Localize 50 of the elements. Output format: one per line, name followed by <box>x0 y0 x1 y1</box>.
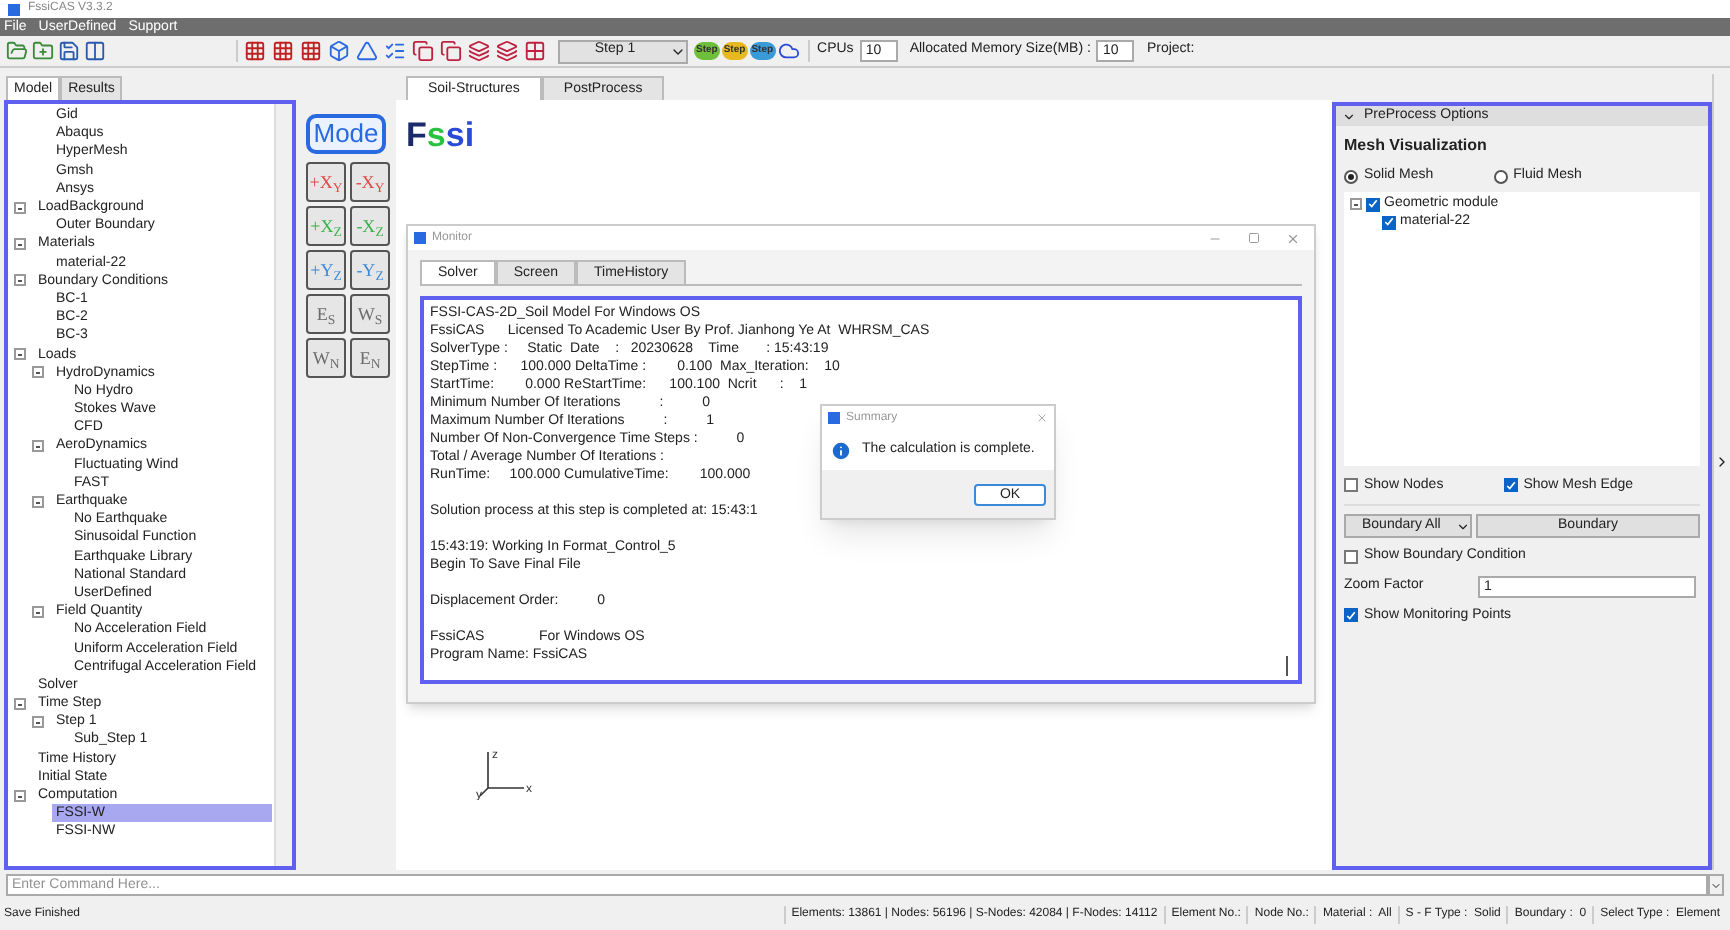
checkbox[interactable] <box>1344 478 1358 493</box>
caret-icon <box>1456 519 1470 533</box>
view-mode-button[interactable]: Mode <box>306 114 386 154</box>
list-icon[interactable] <box>384 40 406 62</box>
collapse-toggle-icon[interactable] <box>14 201 26 214</box>
collapse-toggle-icon[interactable] <box>32 495 44 508</box>
checkbox[interactable] <box>1382 215 1396 229</box>
triangle-icon[interactable] <box>356 40 378 62</box>
grid-icon[interactable] <box>244 40 266 62</box>
layers-icon[interactable] <box>496 40 518 62</box>
info-icon <box>830 439 852 461</box>
collapse-toggle-icon[interactable] <box>1350 198 1362 210</box>
close-icon[interactable] <box>1286 231 1300 245</box>
collapse-toggle-icon[interactable] <box>14 274 26 287</box>
cube-icon[interactable] <box>328 40 350 62</box>
layers-icon[interactable] <box>468 40 490 62</box>
collapse-toggle-icon[interactable] <box>14 237 26 250</box>
cloud-icon[interactable] <box>777 40 800 62</box>
dropdown-icon[interactable] <box>1708 874 1724 896</box>
folder-plus-icon[interactable] <box>32 40 54 62</box>
radio-button[interactable] <box>1493 169 1508 184</box>
folder-icon[interactable] <box>6 40 28 62</box>
expand-icon[interactable] <box>1714 454 1730 470</box>
squares-icon[interactable] <box>524 40 546 62</box>
collapse-icon[interactable] <box>1342 109 1356 123</box>
grid-icon[interactable] <box>272 40 294 62</box>
collapse-toggle-icon[interactable] <box>14 789 26 802</box>
copy-icon[interactable] <box>412 40 434 62</box>
scrollbar-thumb[interactable] <box>1286 656 1288 676</box>
maximize-icon[interactable] <box>1248 232 1260 244</box>
collapse-toggle-icon[interactable] <box>32 605 44 618</box>
checkbox[interactable] <box>1344 608 1358 623</box>
view-direction-button[interactable]: W$_{S}$ <box>350 294 390 334</box>
columns-icon[interactable] <box>84 40 106 62</box>
view-direction-button[interactable]: E$_{N}$ <box>350 338 390 378</box>
app-logo-icon <box>828 412 840 424</box>
checkbox[interactable] <box>1366 197 1380 211</box>
checkbox[interactable] <box>1344 549 1358 564</box>
radio-button[interactable] <box>1344 169 1358 184</box>
section-title: Mesh Visualization <box>1344 134 1489 158</box>
save-icon[interactable] <box>58 40 80 62</box>
checkbox[interactable] <box>1503 478 1518 493</box>
app-logo-icon <box>8 3 20 15</box>
view-direction-button[interactable]: E$_{S}$ <box>306 294 346 334</box>
view-direction-button[interactable]: W$_{N}$ <box>306 338 346 378</box>
collapse-toggle-icon[interactable] <box>32 439 44 452</box>
copy-icon[interactable] <box>440 40 462 62</box>
app-logo-icon <box>414 232 426 244</box>
grid-icon[interactable] <box>300 40 322 62</box>
app-logo: Fssi <box>406 118 475 154</box>
